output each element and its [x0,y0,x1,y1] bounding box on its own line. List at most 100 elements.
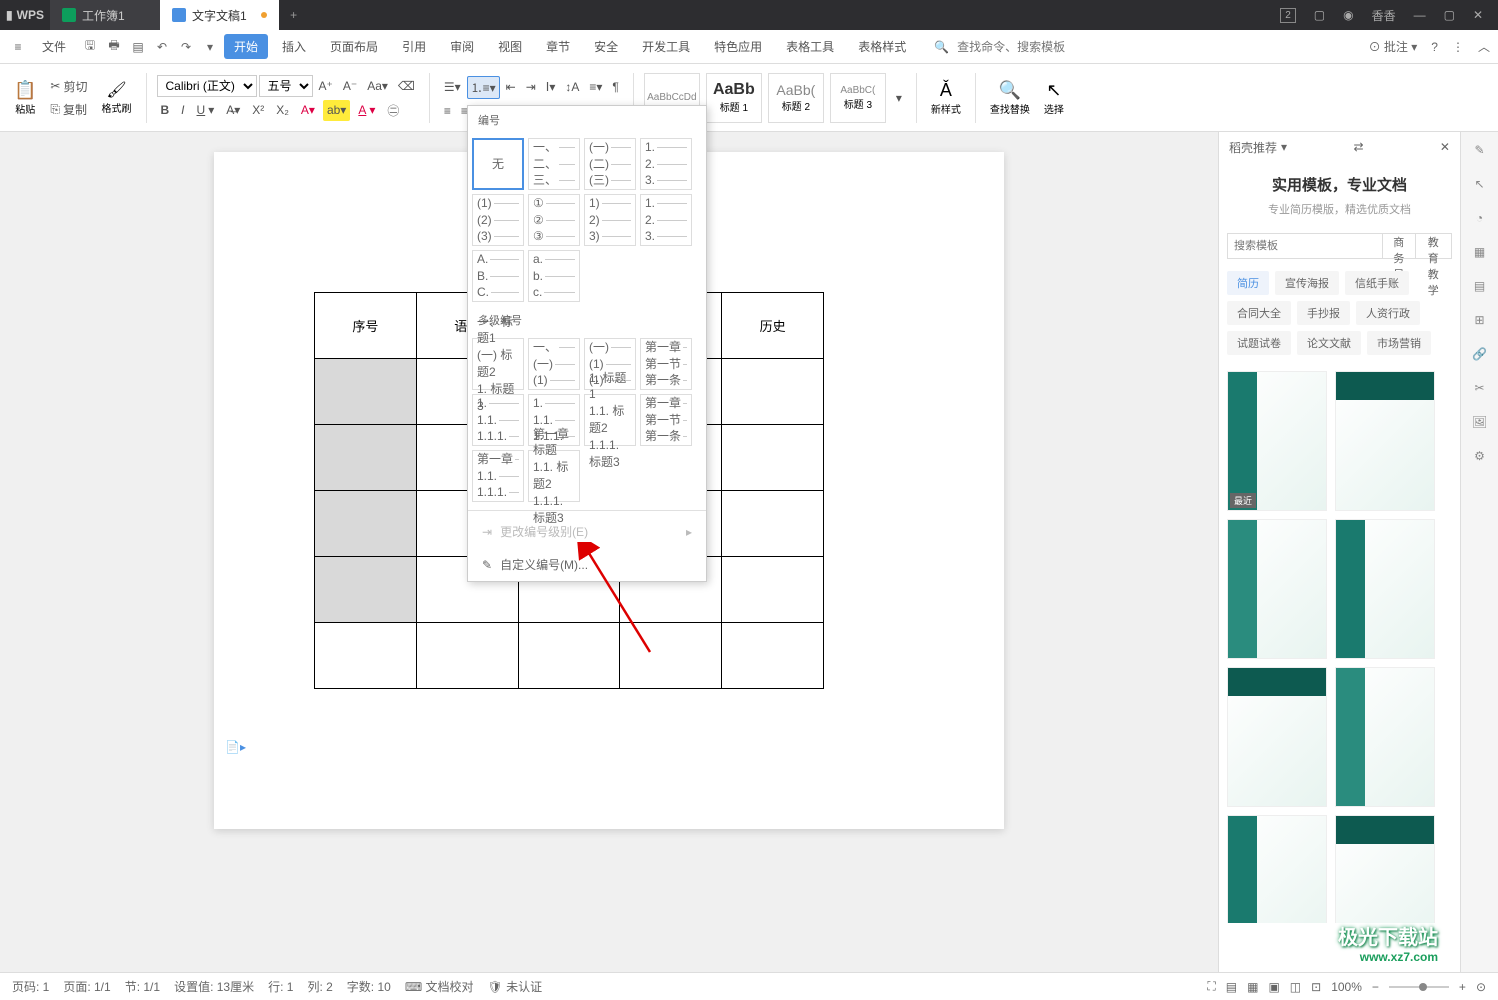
view-focus-icon[interactable]: ⊡ [1311,980,1321,994]
save-icon[interactable]: 🖫 [80,37,100,57]
numbering-option[interactable]: 1.2.3. [640,138,692,190]
text-direction-button[interactable]: Ⅰ▾ [542,76,560,99]
toolstrip-lock-icon[interactable]: ⊞ [1470,310,1490,330]
table-cell[interactable] [315,425,417,491]
menu-devtools[interactable]: 开发工具 [632,34,700,59]
multilevel-option[interactable]: 第一章 标题1.1. 标题21.1.1. 标题3 [528,450,580,502]
maximize-button[interactable]: ▢ [1444,8,1455,22]
template-grid[interactable]: 最近 [1219,363,1460,923]
cut-button[interactable]: ✂ 剪切 [46,76,91,97]
view-web-icon[interactable]: ▣ [1268,980,1279,994]
help-button[interactable]: ? [1431,40,1438,54]
custom-numbering-item[interactable]: ✎ 自定义编号(M)... [468,548,706,581]
tab-document1[interactable]: 文字文稿1 [160,0,279,30]
new-style-button[interactable]: Ǎ新样式 [927,68,965,128]
zoom-in-button[interactable]: + [1459,980,1466,994]
toolstrip-image-icon[interactable]: 🖼 [1470,412,1490,432]
tag-poster[interactable]: 宣传海报 [1275,271,1339,295]
numbering-option[interactable]: 一、二、三、 [528,138,580,190]
multilevel-option[interactable]: 1. 标题11.1. 标题21.1.1. 标题3 [584,394,636,446]
toolstrip-gear-icon[interactable]: ⚙ [1470,446,1490,466]
view-read-icon[interactable]: ◫ [1290,980,1301,994]
format-painter-icon[interactable]: 🖌 [106,80,126,100]
status-words[interactable]: 字数: 10 [347,978,391,995]
numbering-none[interactable]: 无 [472,138,524,190]
bold-button[interactable]: B [157,100,174,121]
tag-resume[interactable]: 简历 [1227,271,1269,295]
table-cell[interactable] [722,557,824,623]
multilevel-option[interactable]: 第一章第一节第一条 [640,338,692,390]
template-thumbnail[interactable] [1335,371,1435,511]
status-line[interactable]: 行: 1 [268,978,293,995]
table-cell[interactable] [416,623,518,689]
highlight-button[interactable]: ab▾ [323,100,350,121]
numbering-option[interactable]: (一)(二)(三) [584,138,636,190]
annotate-button[interactable]: ⊙ 批注 ▾ [1369,38,1418,55]
command-search-input[interactable] [953,36,1093,58]
toolstrip-clip-icon[interactable]: ✂ [1470,378,1490,398]
table-header-cell[interactable]: 历史 [722,293,824,359]
font-color-button[interactable]: A▾ [354,100,379,121]
style-heading1[interactable]: AaBb标题 1 [706,73,762,123]
paste-icon[interactable]: 📋 [14,80,36,101]
tag-marketing[interactable]: 市场营销 [1367,331,1431,355]
table-cell[interactable] [722,359,824,425]
toolstrip-link-icon[interactable]: 🔗 [1470,344,1490,364]
clear-format-button[interactable]: ⌫ [394,75,419,97]
collapse-ribbon-button[interactable]: ⋮ [1452,40,1464,54]
chevron-up-icon[interactable]: ︿ [1478,38,1490,55]
menu-insert[interactable]: 插入 [272,34,316,59]
styles-more-button[interactable]: ▾ [892,89,906,107]
sidepanel-close-icon[interactable]: ✕ [1440,140,1450,154]
view-fullscreen-icon[interactable]: ⛶ [1207,979,1215,994]
menu-tablestyle[interactable]: 表格样式 [848,34,916,59]
apps-icon[interactable]: ▢ [1314,8,1325,22]
minimize-button[interactable]: — [1414,8,1426,22]
menu-reference[interactable]: 引用 [392,34,436,59]
toolstrip-cursor-icon[interactable]: ↖ [1470,174,1490,194]
table-cell[interactable] [620,623,722,689]
status-page[interactable]: 页面: 1/1 [63,978,110,995]
zoom-level[interactable]: 100% [1331,980,1362,994]
change-case-button[interactable]: Aa▾ [363,75,392,97]
decrease-font-button[interactable]: A⁻ [339,75,361,97]
view-print-icon[interactable]: ▤ [1226,980,1237,994]
table-cell[interactable] [722,623,824,689]
toolstrip-edit-icon[interactable]: ✎ [1470,140,1490,160]
menu-review[interactable]: 审阅 [440,34,484,59]
template-thumbnail[interactable] [1335,519,1435,659]
zoom-out-button[interactable]: − [1372,980,1379,994]
style-heading2[interactable]: AaBb(标题 2 [768,73,824,123]
template-thumbnail[interactable]: 最近 [1227,371,1327,511]
multilevel-option[interactable]: 第一章1.1.1.1.1. [472,450,524,502]
close-button[interactable]: ✕ [1473,8,1483,22]
menu-tabletools[interactable]: 表格工具 [776,34,844,59]
bullet-list-button[interactable]: ☰▾ [440,76,465,99]
search-btn-business[interactable]: 商务风 [1383,233,1416,259]
template-thumbnail[interactable] [1227,815,1327,923]
numbering-option[interactable]: 1)2)3) [584,194,636,246]
multilevel-option[interactable]: 一、标题1(一) 标题21. 标题3 [472,338,524,390]
print-icon[interactable]: 🖶 [104,37,124,57]
copy-button[interactable]: ⎘ 复制 [46,99,91,120]
preview-icon[interactable]: ▤ [128,37,148,57]
template-thumbnail[interactable] [1335,815,1435,923]
template-thumbnail[interactable] [1227,667,1327,807]
menu-start[interactable]: 开始 [224,34,268,59]
numbering-option[interactable]: ①②③ [528,194,580,246]
tag-newspaper[interactable]: 手抄报 [1297,301,1350,325]
tab-workbook1[interactable]: 工作簿1 [50,0,160,30]
user-avatar[interactable]: ◉ [1343,8,1353,22]
text-effects-button[interactable]: A▾ [297,100,319,121]
sidepanel-settings-icon[interactable]: ⇄ [1353,140,1363,154]
table-header-cell[interactable]: 序号 [315,293,417,359]
multilevel-option[interactable]: 第一章第一节第一条 [640,394,692,446]
font-size-select[interactable]: 五号 [259,75,313,97]
font-name-select[interactable]: Calibri (正文) [157,75,257,97]
strikethrough-button[interactable]: A̶▾ [222,100,244,121]
decrease-indent-button[interactable]: ⇤ [502,76,520,99]
menu-chapter[interactable]: 章节 [536,34,580,59]
select-button[interactable]: ↖选择 [1040,68,1068,128]
status-unauth[interactable]: 🛡 未认证 [487,978,542,995]
template-thumbnail[interactable] [1227,519,1327,659]
